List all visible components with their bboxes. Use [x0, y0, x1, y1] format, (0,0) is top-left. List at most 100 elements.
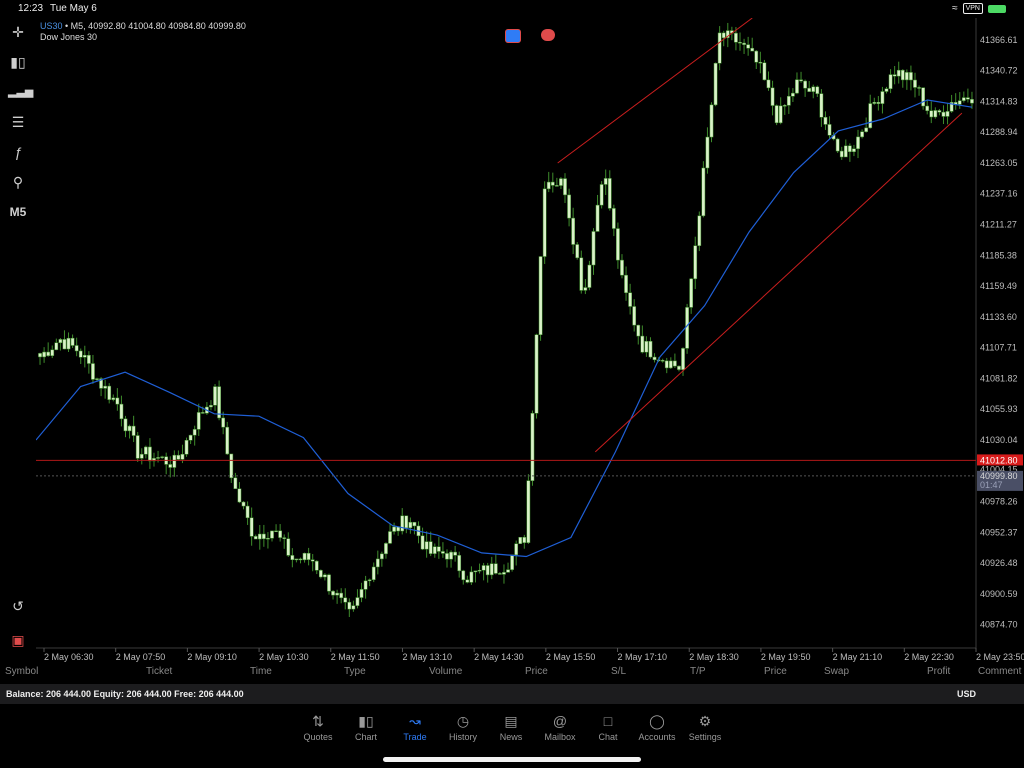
- tab-label: History: [448, 732, 477, 742]
- one-click-trade-icon[interactable]: ▣: [8, 630, 28, 650]
- candles-icon[interactable]: ▮▯: [8, 52, 28, 72]
- price-chart[interactable]: 41366.61 41340.72 41314.83 41288.94 41263.05…: [36, 18, 1024, 663]
- candle-body: [945, 111, 950, 117]
- candle-body: [78, 350, 83, 358]
- candle-body: [905, 72, 909, 81]
- candle-body: [876, 101, 881, 104]
- candle-body: [636, 324, 641, 337]
- candle-body: [135, 435, 140, 459]
- col-header[interactable]: Price: [525, 666, 548, 677]
- col-header[interactable]: Volume: [429, 666, 462, 677]
- col-header[interactable]: Swap: [824, 666, 849, 677]
- candle-body: [506, 569, 510, 573]
- crosshair-icon[interactable]: ✛: [8, 22, 28, 42]
- tab-accounts[interactable]: ◯ Accounts: [632, 712, 682, 742]
- chat-icon: □: [603, 713, 613, 729]
- candle-body: [286, 538, 291, 556]
- indicators-icon[interactable]: ▂▃▅: [8, 82, 33, 102]
- candle-body: [209, 405, 213, 408]
- candle-body: [274, 530, 278, 533]
- chart-symbol[interactable]: US30: [40, 21, 63, 31]
- candle-body: [412, 521, 417, 527]
- chart-symbol-name: Dow Jones 30: [40, 32, 98, 42]
- chart-canvas[interactable]: 41366.61 41340.72 41314.83 41288.94 41263.05…: [36, 18, 1024, 663]
- price-tick-label: 41263.05: [980, 158, 1018, 168]
- candle-body: [62, 339, 67, 350]
- chart-ohlc: • M5, 40992.80 41004.80 40984.80 40999.8…: [65, 21, 246, 31]
- candle-body: [571, 217, 575, 245]
- candle-body: [74, 345, 79, 352]
- wifi-icon: ≈: [952, 3, 958, 14]
- candle-body: [795, 79, 799, 94]
- tab-settings[interactable]: ⚙ Settings: [680, 712, 730, 742]
- tab-chart[interactable]: ▮▯ Chart: [341, 712, 391, 742]
- price-tick-label: 41159.49: [980, 281, 1017, 291]
- trade-signal-icon[interactable]: [541, 29, 555, 41]
- candle-body: [384, 543, 388, 555]
- candle-body: [872, 101, 877, 104]
- candle-body: [298, 558, 303, 561]
- tab-history[interactable]: ◷ History: [438, 712, 488, 742]
- candle-body: [302, 552, 307, 561]
- candle-body: [127, 425, 132, 432]
- candle-body: [538, 256, 543, 335]
- candle-body: [172, 454, 177, 468]
- candle-body: [233, 477, 238, 489]
- candle-body: [811, 86, 816, 92]
- col-header[interactable]: Comment: [978, 666, 1021, 677]
- col-header[interactable]: Type: [344, 666, 366, 677]
- function-icon[interactable]: ƒ: [8, 142, 28, 162]
- objects-icon[interactable]: ☰: [8, 112, 28, 132]
- col-header[interactable]: Ticket: [146, 666, 172, 677]
- candle-body: [392, 526, 396, 532]
- candle-body: [241, 501, 246, 507]
- tab-quotes[interactable]: ⇅ Quotes: [293, 712, 343, 742]
- col-header[interactable]: T/P: [690, 666, 706, 677]
- candle-body: [82, 354, 87, 358]
- candle-body: [221, 417, 226, 428]
- search-draw-icon[interactable]: ⚲: [8, 172, 28, 192]
- candle-body: [583, 287, 588, 291]
- price-tick-label: 41288.94: [980, 127, 1018, 137]
- tab-mailbox[interactable]: @ Mailbox: [535, 712, 585, 742]
- candle-body: [782, 105, 787, 107]
- candle-body: [880, 91, 885, 104]
- candle-body: [734, 32, 738, 43]
- col-header[interactable]: Symbol: [5, 666, 38, 677]
- tab-chat[interactable]: □ Chat: [583, 712, 633, 742]
- candle-body: [839, 150, 844, 158]
- candle-body: [778, 105, 783, 124]
- tab-trade[interactable]: ↝ Trade: [390, 712, 440, 742]
- candle-body: [673, 360, 677, 367]
- tab-label: Trade: [403, 732, 427, 742]
- candle-body: [156, 457, 160, 459]
- candle-body: [668, 360, 673, 369]
- accounts-icon: ◯: [649, 713, 665, 729]
- candle-body: [774, 105, 779, 124]
- candle-body: [843, 145, 848, 158]
- col-header[interactable]: Price: [764, 666, 787, 677]
- tab-news[interactable]: ▤ News: [486, 712, 536, 742]
- candle-body: [107, 385, 112, 400]
- candle-body: [188, 434, 193, 441]
- col-header[interactable]: S/L: [611, 666, 626, 677]
- candle-body: [681, 348, 685, 370]
- price-tick-label: 41340.72: [980, 66, 1018, 76]
- candle-body: [461, 570, 466, 581]
- col-header[interactable]: Profit: [927, 666, 950, 677]
- depth-of-market-icon[interactable]: [505, 29, 521, 43]
- candle-body: [282, 537, 287, 539]
- home-indicator: [383, 757, 641, 762]
- candle-body: [530, 413, 535, 481]
- candle-body: [449, 551, 453, 560]
- candle-body: [54, 342, 59, 351]
- timeframe-button[interactable]: M5: [8, 202, 28, 222]
- time-tick-label: 2 May 14:30: [474, 652, 524, 662]
- trade-chart-icon[interactable]: ↺: [8, 596, 28, 616]
- candle-body: [770, 87, 775, 106]
- candle-body: [38, 353, 42, 358]
- candle-body: [66, 337, 71, 350]
- col-header[interactable]: Time: [250, 666, 272, 677]
- candle-body: [807, 87, 812, 92]
- candle-body: [941, 111, 946, 117]
